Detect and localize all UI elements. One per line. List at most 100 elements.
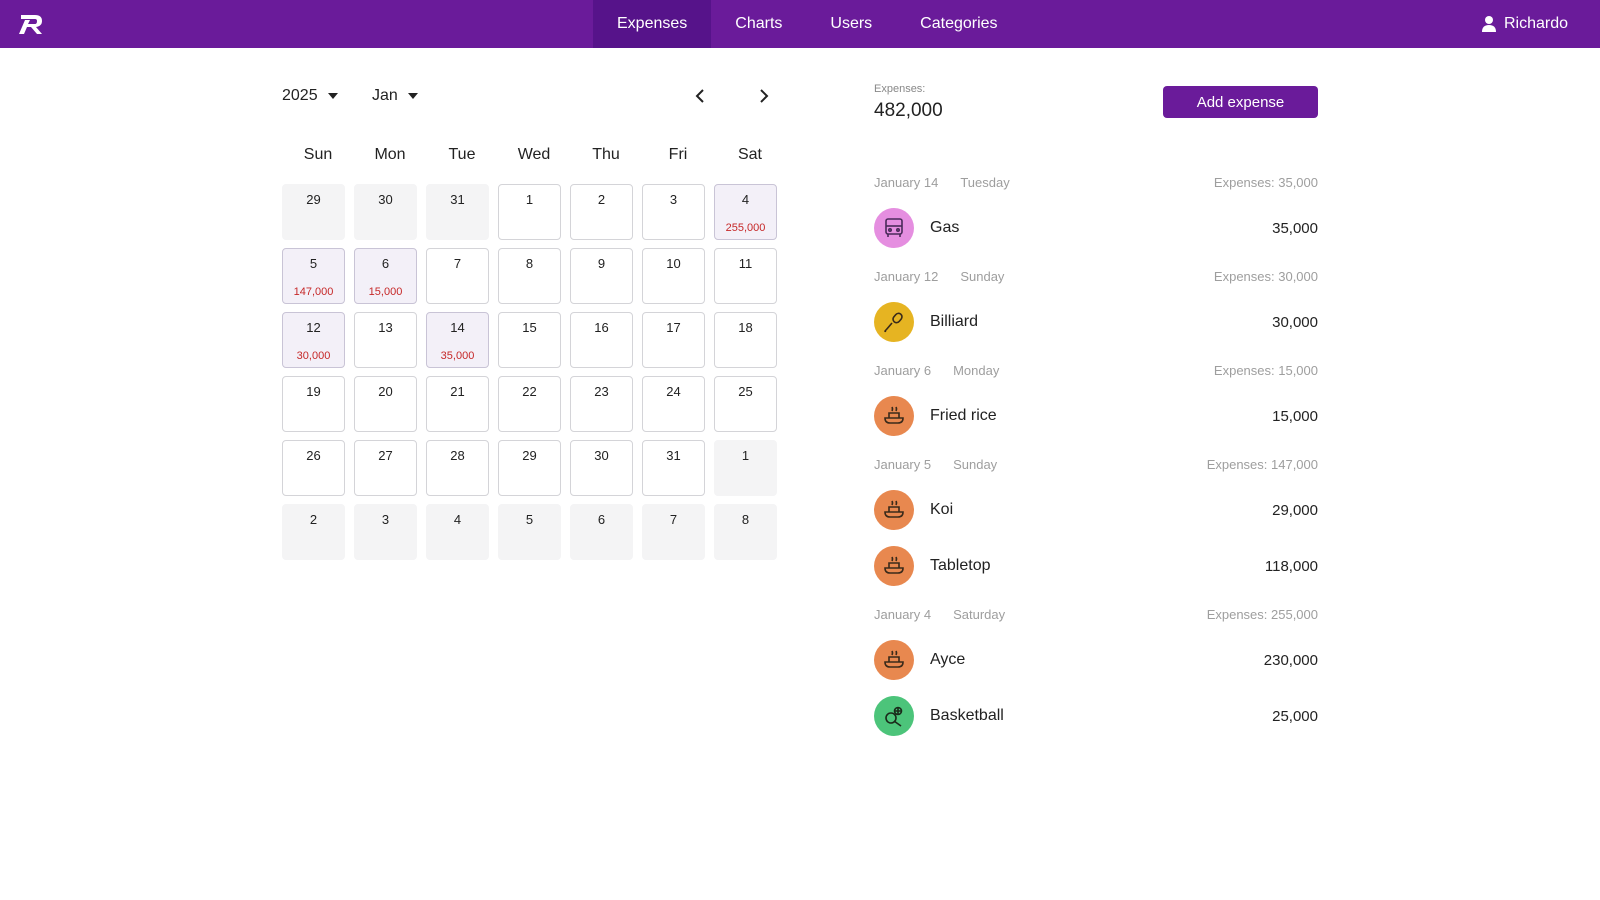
calendar-day[interactable]: 7 bbox=[426, 248, 489, 304]
calendar-day[interactable]: 31 bbox=[642, 440, 705, 496]
calendar-day[interactable]: 8 bbox=[714, 504, 777, 560]
month-select[interactable]: Jan bbox=[372, 84, 418, 108]
bus-icon bbox=[874, 208, 914, 248]
calendar-day[interactable]: 1 bbox=[714, 440, 777, 496]
group-total: Expenses: 35,000 bbox=[1213, 174, 1318, 190]
day-number: 2 bbox=[597, 192, 606, 207]
expense-item[interactable]: Billiard 30,000 bbox=[874, 298, 1318, 346]
add-expense-button[interactable]: Add expense bbox=[1163, 86, 1318, 118]
calendar-day[interactable]: 27 bbox=[354, 440, 417, 496]
calendar-day[interactable]: 8 bbox=[498, 248, 561, 304]
expense-item[interactable]: Tabletop 118,000 bbox=[874, 542, 1318, 590]
calendar-day[interactable]: 30 bbox=[570, 440, 633, 496]
expense-list: January 14 Tuesday Expenses: 35,000 Gas 35,0… bbox=[874, 174, 1318, 756]
expense-name: Koi bbox=[930, 501, 954, 518]
expense-item[interactable]: Fried rice 15,000 bbox=[874, 392, 1318, 440]
calendar-day[interactable]: 11 bbox=[714, 248, 777, 304]
day-number: 31 bbox=[450, 192, 465, 207]
expense-item[interactable]: Ayce 230,000 bbox=[874, 636, 1318, 684]
calendar-day[interactable]: 10 bbox=[642, 248, 705, 304]
tab-users[interactable]: Users bbox=[806, 0, 896, 48]
expense-item[interactable]: Gas 35,000 bbox=[874, 204, 1318, 252]
expense-name: Fried rice bbox=[930, 407, 997, 424]
expense-day-group: January 14 Tuesday Expenses: 35,000 Gas 35,0… bbox=[874, 174, 1318, 252]
calendar-day[interactable]: 20 bbox=[354, 376, 417, 432]
next-month-button[interactable] bbox=[752, 84, 776, 108]
calendar-day[interactable]: 6 15,000 bbox=[354, 248, 417, 304]
calendar-day[interactable]: 1 bbox=[498, 184, 561, 240]
calendar-day[interactable]: 29 bbox=[498, 440, 561, 496]
expense-day-group: January 5 Sunday Expenses: 147,000 Koi 29,00… bbox=[874, 456, 1318, 590]
calendar-day[interactable]: 19 bbox=[282, 376, 345, 432]
food-icon bbox=[874, 546, 914, 586]
expense-name: Billiard bbox=[930, 313, 979, 330]
calendar-day[interactable]: 28 bbox=[426, 440, 489, 496]
main-nav: Expenses Charts Users Categories bbox=[593, 0, 1022, 48]
calendar-day[interactable]: 3 bbox=[642, 184, 705, 240]
calendar-day[interactable]: 2 bbox=[570, 184, 633, 240]
tab-expenses[interactable]: Expenses bbox=[593, 0, 712, 48]
day-number: 9 bbox=[597, 256, 606, 271]
calendar-day[interactable]: 16 bbox=[570, 312, 633, 368]
calendar-day[interactable]: 6 bbox=[570, 504, 633, 560]
calendar-day[interactable]: 22 bbox=[498, 376, 561, 432]
calendar-day[interactable]: 21 bbox=[426, 376, 489, 432]
calendar-day[interactable]: 4 255,000 bbox=[714, 184, 777, 240]
day-number: 28 bbox=[450, 448, 465, 463]
day-number: 11 bbox=[738, 256, 753, 271]
app-logo-icon[interactable] bbox=[18, 11, 46, 37]
day-expense-amount: 255,000 bbox=[725, 222, 766, 234]
calendar-day[interactable]: 18 bbox=[714, 312, 777, 368]
calendar-day[interactable]: 12 30,000 bbox=[282, 312, 345, 368]
calendar-day[interactable]: 17 bbox=[642, 312, 705, 368]
expense-name: Basketball bbox=[930, 707, 1004, 724]
day-number: 4 bbox=[741, 192, 750, 207]
weekday-label: Fri bbox=[668, 146, 688, 163]
day-number: 1 bbox=[525, 192, 534, 207]
calendar-day[interactable]: 3 bbox=[354, 504, 417, 560]
group-weekday: Tuesday bbox=[960, 174, 1010, 190]
calendar-day[interactable]: 5 bbox=[498, 504, 561, 560]
weekday-label: Sat bbox=[737, 146, 762, 163]
calendar-day[interactable]: 26 bbox=[282, 440, 345, 496]
calendar-day[interactable]: 5 147,000 bbox=[282, 248, 345, 304]
expense-item[interactable]: Koi 29,000 bbox=[874, 486, 1318, 534]
previous-month-button[interactable] bbox=[688, 84, 712, 108]
tab-categories[interactable]: Categories bbox=[896, 0, 1021, 48]
calendar-day[interactable]: 7 bbox=[642, 504, 705, 560]
group-weekday: Saturday bbox=[953, 606, 1006, 622]
weekday-label: Mon bbox=[374, 146, 406, 163]
user-menu[interactable]: Richardo bbox=[1481, 0, 1568, 48]
expense-name: Tabletop bbox=[930, 557, 991, 574]
chevron-left-icon bbox=[695, 89, 704, 103]
expense-amount: 230,000 bbox=[1263, 651, 1318, 669]
tab-charts[interactable]: Charts bbox=[711, 0, 806, 48]
calendar-day[interactable]: 24 bbox=[642, 376, 705, 432]
day-number: 18 bbox=[738, 320, 753, 335]
expense-item[interactable]: Basketball 25,000 bbox=[874, 692, 1318, 740]
calendar-day[interactable]: 13 bbox=[354, 312, 417, 368]
day-number: 5 bbox=[309, 256, 318, 271]
group-header: January 5 Sunday Expenses: 147,000 bbox=[874, 456, 1318, 472]
group-date: January 12 bbox=[874, 268, 939, 284]
group-header: January 6 Monday Expenses: 15,000 bbox=[874, 362, 1318, 378]
calendar-day[interactable]: 2 bbox=[282, 504, 345, 560]
expense-amount: 25,000 bbox=[1272, 707, 1318, 725]
weekday-header: Sun Mon Tue Wed Thu Fri Sat bbox=[282, 146, 786, 164]
group-header: January 14 Tuesday Expenses: 35,000 bbox=[874, 174, 1318, 190]
year-select[interactable]: 2025 bbox=[282, 84, 338, 108]
year-value: 2025 bbox=[282, 87, 318, 104]
group-date: January 4 bbox=[874, 606, 932, 622]
calendar-day[interactable]: 9 bbox=[570, 248, 633, 304]
calendar-day[interactable]: 30 bbox=[354, 184, 417, 240]
day-number: 19 bbox=[306, 384, 321, 399]
calendar-day[interactable]: 23 bbox=[570, 376, 633, 432]
calendar-day[interactable]: 31 bbox=[426, 184, 489, 240]
calendar-day[interactable]: 29 bbox=[282, 184, 345, 240]
calendar-day[interactable]: 15 bbox=[498, 312, 561, 368]
day-expense-amount: 147,000 bbox=[293, 286, 334, 298]
calendar-day[interactable]: 25 bbox=[714, 376, 777, 432]
month-value: Jan bbox=[372, 87, 398, 104]
calendar-day[interactable]: 14 35,000 bbox=[426, 312, 489, 368]
calendar-day[interactable]: 4 bbox=[426, 504, 489, 560]
